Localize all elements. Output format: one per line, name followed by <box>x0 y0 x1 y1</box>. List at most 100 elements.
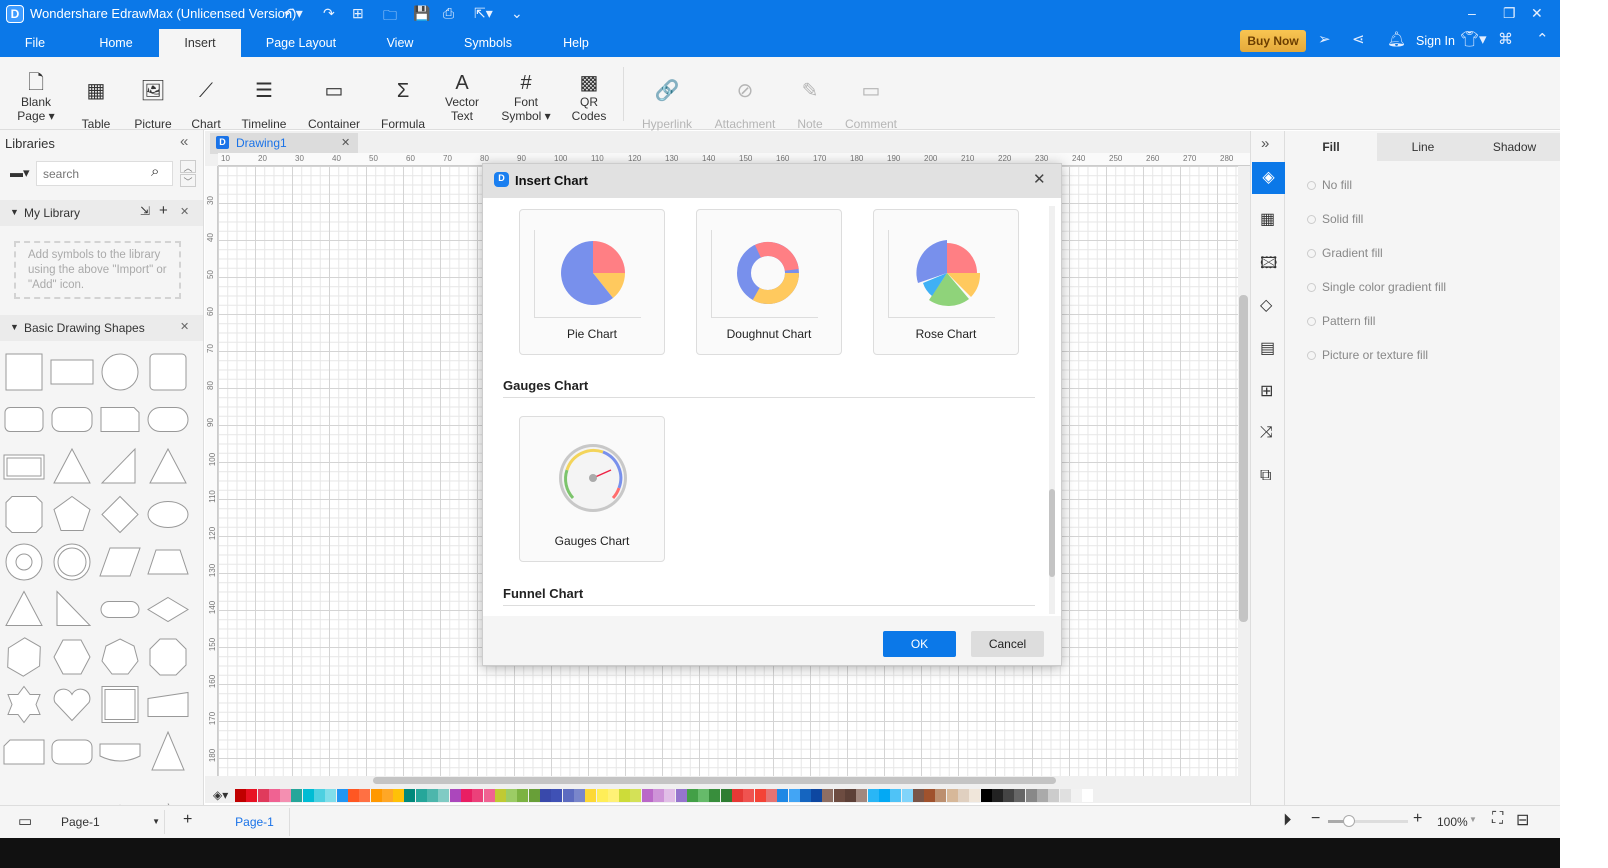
color-swatch[interactable] <box>415 789 427 802</box>
color-swatch[interactable] <box>664 789 676 802</box>
vertical-scrollbar[interactable] <box>1239 295 1248 622</box>
redo-icon[interactable]: ↷ <box>323 5 335 22</box>
shape-item[interactable] <box>5 590 43 626</box>
note-button[interactable]: ✎ Note <box>775 79 845 131</box>
shape-item[interactable] <box>147 501 189 528</box>
apps-icon[interactable]: ⌘ <box>1498 30 1513 48</box>
shape-item[interactable] <box>147 596 189 623</box>
undo-icon[interactable]: ↶▾ <box>284 5 303 22</box>
collapse-panel-icon[interactable]: « <box>180 133 188 150</box>
color-swatch[interactable] <box>325 789 337 802</box>
minimize-icon[interactable]: – <box>1468 5 1476 21</box>
menu-tab-insert[interactable]: Insert <box>159 29 241 57</box>
presentation-icon[interactable]: ⧉ <box>1260 467 1271 485</box>
color-swatch[interactable] <box>483 789 495 802</box>
zoom-slider[interactable] <box>1328 820 1408 823</box>
shape-item[interactable] <box>100 447 136 484</box>
shape-item[interactable] <box>5 353 43 391</box>
customize-icon[interactable]: ⌄ <box>511 5 523 22</box>
font-symbol-button[interactable]: # Font Symbol ▾ <box>491 71 561 123</box>
color-swatch[interactable] <box>347 789 359 802</box>
color-swatch[interactable] <box>472 789 484 802</box>
shape-item[interactable] <box>51 739 93 765</box>
basic-shapes-header[interactable]: Basic Drawing Shapes <box>0 315 203 341</box>
color-swatch[interactable] <box>946 789 958 802</box>
color-swatch[interactable] <box>1059 789 1071 802</box>
color-swatch[interactable] <box>856 789 868 802</box>
shape-item[interactable] <box>53 447 91 484</box>
horizontal-scrollbar[interactable] <box>373 777 1056 784</box>
color-swatch[interactable] <box>732 789 744 802</box>
color-swatch[interactable] <box>1037 789 1049 802</box>
shape-item[interactable] <box>149 447 187 484</box>
zoom-slider-handle[interactable] <box>1343 815 1355 827</box>
shape-item[interactable] <box>50 359 94 385</box>
fill-option[interactable]: Pattern fill <box>1307 314 1375 328</box>
layout-icon[interactable]: ⊞ <box>1260 381 1273 401</box>
menu-tab-file[interactable]: File <box>0 29 70 57</box>
color-swatch[interactable] <box>268 789 280 802</box>
color-swatch[interactable] <box>698 789 710 802</box>
color-swatch[interactable] <box>291 789 303 802</box>
color-swatch[interactable] <box>1014 789 1026 802</box>
fill-tool-icon[interactable]: ◈ <box>1252 162 1285 194</box>
color-swatch[interactable] <box>890 789 902 802</box>
color-swatch[interactable] <box>845 789 857 802</box>
shape-item[interactable] <box>100 407 140 432</box>
bell-icon[interactable]: 🔔︎ <box>1387 30 1406 48</box>
color-swatch[interactable] <box>1025 789 1037 802</box>
tab-fill[interactable]: Fill <box>1285 133 1377 161</box>
color-swatch[interactable] <box>1003 789 1015 802</box>
color-swatch[interactable] <box>924 789 936 802</box>
save-icon[interactable]: 💾 <box>413 5 430 22</box>
menu-tab-help[interactable]: Help <box>545 29 607 57</box>
shape-item[interactable] <box>51 407 93 432</box>
color-swatch[interactable] <box>709 789 721 802</box>
tab-shadow[interactable]: Shadow <box>1469 133 1560 161</box>
color-swatch[interactable] <box>765 789 777 802</box>
shape-item[interactable] <box>4 407 44 432</box>
sign-in-link[interactable]: Sign In <box>1416 34 1455 48</box>
library-menu-icon[interactable]: ▬▾ <box>10 165 30 181</box>
grid-icon[interactable]: ▦ <box>1260 209 1275 229</box>
color-swatch[interactable] <box>314 789 326 802</box>
search-icon[interactable]: ⌕ <box>151 163 159 180</box>
shape-item[interactable] <box>99 743 141 762</box>
color-swatch[interactable] <box>912 789 924 802</box>
color-swatch[interactable] <box>652 789 664 802</box>
color-swatch[interactable] <box>969 789 981 802</box>
menu-tab-view[interactable]: View <box>365 29 435 57</box>
color-swatch[interactable] <box>449 789 461 802</box>
fit-width-icon[interactable]: ⊟ <box>1516 810 1529 830</box>
close-tab-icon[interactable]: ✕ <box>341 136 350 149</box>
color-swatch[interactable] <box>438 789 450 802</box>
scroll-up-icon[interactable]: ︿ <box>180 160 196 173</box>
color-swatch[interactable] <box>235 789 246 802</box>
hyperlink-button[interactable]: 🔗 Hyperlink <box>632 79 702 131</box>
shape-item[interactable] <box>101 638 139 675</box>
color-swatch[interactable] <box>867 789 879 802</box>
zoom-out-icon[interactable]: − <box>1311 810 1320 828</box>
color-swatch[interactable] <box>641 789 653 802</box>
color-swatch[interactable] <box>901 789 913 802</box>
color-swatch[interactable] <box>528 789 540 802</box>
page-tab[interactable]: Page-1 <box>220 808 290 836</box>
fullscreen-icon[interactable]: ⛶ <box>1492 810 1503 828</box>
open-icon[interactable]: 🗀 <box>383 5 397 29</box>
add-icon[interactable]: + <box>159 202 168 219</box>
share-icon[interactable]: ⋖ <box>1352 30 1365 48</box>
color-swatch[interactable] <box>551 789 563 802</box>
shape-item[interactable] <box>53 543 91 581</box>
color-swatch[interactable] <box>302 789 314 802</box>
timeline-button[interactable]: ☰ Timeline <box>229 79 299 131</box>
restore-icon[interactable]: ❐ <box>1503 5 1516 22</box>
ok-button[interactable]: OK <box>883 631 956 657</box>
color-swatch[interactable] <box>494 789 506 802</box>
import-icon[interactable]: ⇲ <box>140 204 150 218</box>
color-swatch[interactable] <box>359 789 371 802</box>
page-panel-icon[interactable]: ▭ <box>18 812 32 830</box>
zoom-dropdown-icon[interactable]: ▼ <box>1469 815 1477 824</box>
color-swatch[interactable] <box>246 789 258 802</box>
color-swatch[interactable] <box>878 789 890 802</box>
color-swatch[interactable] <box>822 789 834 802</box>
